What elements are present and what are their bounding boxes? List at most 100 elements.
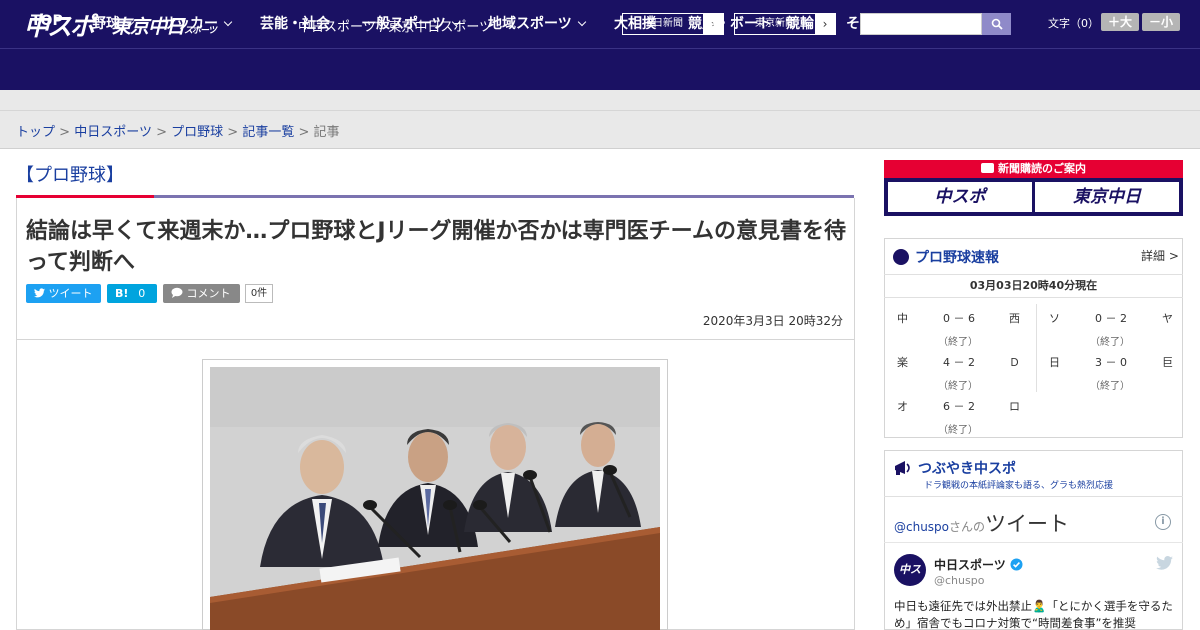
subscription-title-text: 新聞購読のご案内	[998, 162, 1086, 175]
game-home-team: オ	[897, 400, 908, 413]
nav-label: 芸能・社会	[260, 16, 330, 32]
tweets-title-text: つぶやき中スポ	[918, 461, 1016, 477]
game-away-team: ロ	[1009, 400, 1020, 413]
nav-item-top[interactable]: TOP	[31, 13, 63, 29]
article-photo[interactable]	[210, 367, 660, 630]
publish-date: 2020年3月3日 20時32分	[702, 314, 843, 328]
nav-label: サッカー	[162, 16, 218, 32]
game-score: 3 － 0	[1095, 356, 1127, 369]
nav-item-baseball[interactable]: 野球	[92, 13, 135, 33]
game-away-team: 巨	[1162, 356, 1173, 369]
comment-button[interactable]: コメント	[163, 284, 240, 303]
tweet-button[interactable]: ツイート	[26, 284, 101, 303]
font-larger-button[interactable]: ＋大	[1101, 13, 1139, 31]
comment-count: 0件	[245, 284, 273, 303]
tweet-author-name[interactable]: 中日スポーツ	[934, 556, 1023, 573]
timeline-user-handle[interactable]: @chuspo	[894, 520, 949, 534]
nav-label: TOP	[31, 13, 63, 29]
game-score: 0 － 2	[1095, 312, 1127, 325]
twitter-bird-icon	[34, 288, 45, 298]
tweets-divider	[884, 496, 1183, 497]
subscription-banner[interactable]: 新聞購読のご案内 中スポ 東京中日	[884, 160, 1183, 216]
nav-item-sumo[interactable]: 大相撲	[614, 13, 656, 33]
nav-item-general-sports[interactable]: 一般スポーツ	[362, 13, 460, 33]
scores-column-divider	[1036, 304, 1037, 392]
scores-title-text: プロ野球速報	[915, 250, 999, 266]
avatar[interactable]: 中スポ	[894, 554, 926, 608]
chevron-down-icon	[893, 17, 903, 27]
main-nav	[0, 48, 1200, 90]
article-divider	[16, 339, 855, 340]
game-status: （終了）	[938, 337, 978, 348]
search-button[interactable]	[982, 13, 1011, 35]
breadcrumb-separator: >	[298, 125, 310, 140]
nav-item-racing[interactable]: 競馬・ボート・競輪	[688, 13, 814, 33]
chevron-down-icon	[451, 17, 460, 27]
game-score: 4 － 2	[943, 356, 975, 369]
nav-label: 大相撲	[614, 16, 656, 32]
verified-badge-icon	[1010, 558, 1023, 571]
game-away-team: ヤ	[1162, 312, 1173, 325]
breadcrumb-pro-baseball[interactable]: プロ野球	[171, 125, 223, 140]
tweets-subtitle: ドラ観戦の本紙評論家も語る、グラも熱烈応援	[924, 481, 1114, 491]
game-status: （終了）	[938, 381, 978, 392]
game-status: （終了）	[1090, 337, 1130, 348]
game-home-team: 中	[897, 312, 908, 325]
nav-item-other[interactable]: その他	[846, 13, 903, 33]
twitter-bird-icon[interactable]	[1156, 556, 1173, 570]
subscribe-chuspo-logo[interactable]: 中スポ	[888, 182, 1032, 212]
nav-item-local-sports[interactable]: 地域スポーツ	[488, 13, 586, 33]
tweet-text: 中日も遠征先では外出禁止🙎‍♂️「とにかく選手を守るため」宿舎でもコロナ対策で“…	[894, 599, 1173, 630]
game-score: 0 － 6	[943, 312, 975, 325]
breadcrumb-current: 記事	[313, 125, 340, 140]
scores-timestamp: 03月03日20時40分現在	[884, 274, 1183, 298]
tweet-author-name-text: 中日スポーツ	[934, 558, 1006, 572]
article-headline: 結論は早くて来週末か…プロ野球とJリーグ開催か否かは専門医チームの意見書を待って…	[26, 219, 846, 275]
comment-bubble-icon	[171, 287, 183, 298]
comment-button-label: コメント	[186, 287, 231, 300]
nav-label: 地域スポーツ	[488, 16, 572, 32]
chevron-right-icon: ›	[815, 14, 835, 34]
breadcrumb-separator: >	[227, 125, 239, 140]
font-size-label: 文字（0）	[1048, 17, 1099, 30]
breadcrumb-article-list[interactable]: 記事一覧	[242, 125, 294, 140]
tweets-title: つぶやき中スポ	[893, 458, 1016, 478]
breadcrumb-separator: >	[156, 125, 167, 140]
baseball-scores-title: プロ野球速報	[893, 247, 999, 267]
scores-detail-link[interactable]: 詳細 >	[1141, 247, 1179, 264]
game-away-team: Ｄ	[1009, 356, 1020, 369]
nav-item-entertainment[interactable]: 芸能・社会	[260, 13, 330, 33]
game-status: （終了）	[938, 425, 978, 436]
subscribe-tokyo-chunichi-logo[interactable]: 東京中日	[1035, 182, 1179, 212]
hatena-count: 0	[138, 287, 146, 300]
chevron-down-icon	[125, 17, 135, 27]
tweet-author-handle[interactable]: @chuspo	[934, 574, 984, 587]
nav-item-soccer[interactable]: サッカー	[162, 13, 233, 33]
game-home-team: 日	[1049, 356, 1060, 369]
baseball-icon	[893, 249, 909, 265]
timeline-divider	[884, 542, 1183, 543]
timeline-header: @chuspoさんのツイート	[894, 508, 1069, 538]
article-category: 【プロ野球】	[16, 165, 124, 186]
hatena-bookmark-button[interactable]: B! 0	[107, 284, 157, 303]
breadcrumb-top[interactable]: トップ	[16, 125, 55, 140]
tweet-button-label: ツイート	[48, 287, 93, 300]
info-icon[interactable]: i	[1155, 514, 1171, 530]
search-icon	[991, 18, 1003, 30]
game-score: 6 － 2	[943, 400, 975, 413]
breadcrumb: トップ > 中日スポーツ > プロ野球 > 記事一覧 > 記事	[16, 121, 340, 140]
font-smaller-button[interactable]: －小	[1142, 13, 1180, 31]
breadcrumb-separator: >	[59, 125, 71, 140]
hatena-icon: B!	[115, 287, 129, 300]
breadcrumb-chunichi-sports[interactable]: 中日スポーツ	[74, 125, 152, 140]
chevron-down-icon	[577, 17, 586, 27]
game-away-team: 西	[1009, 312, 1020, 325]
nav-label: 競馬・ボート・競輪	[688, 16, 814, 32]
newspaper-icon	[981, 163, 994, 173]
nav-label: 一般スポーツ	[362, 16, 446, 32]
timeline-user-suffix: さんの	[949, 520, 986, 534]
game-home-team: 楽	[897, 356, 908, 369]
chevron-down-icon	[223, 17, 233, 27]
nav-label: 野球	[92, 16, 120, 32]
baseball-scores-panel	[884, 238, 1183, 438]
